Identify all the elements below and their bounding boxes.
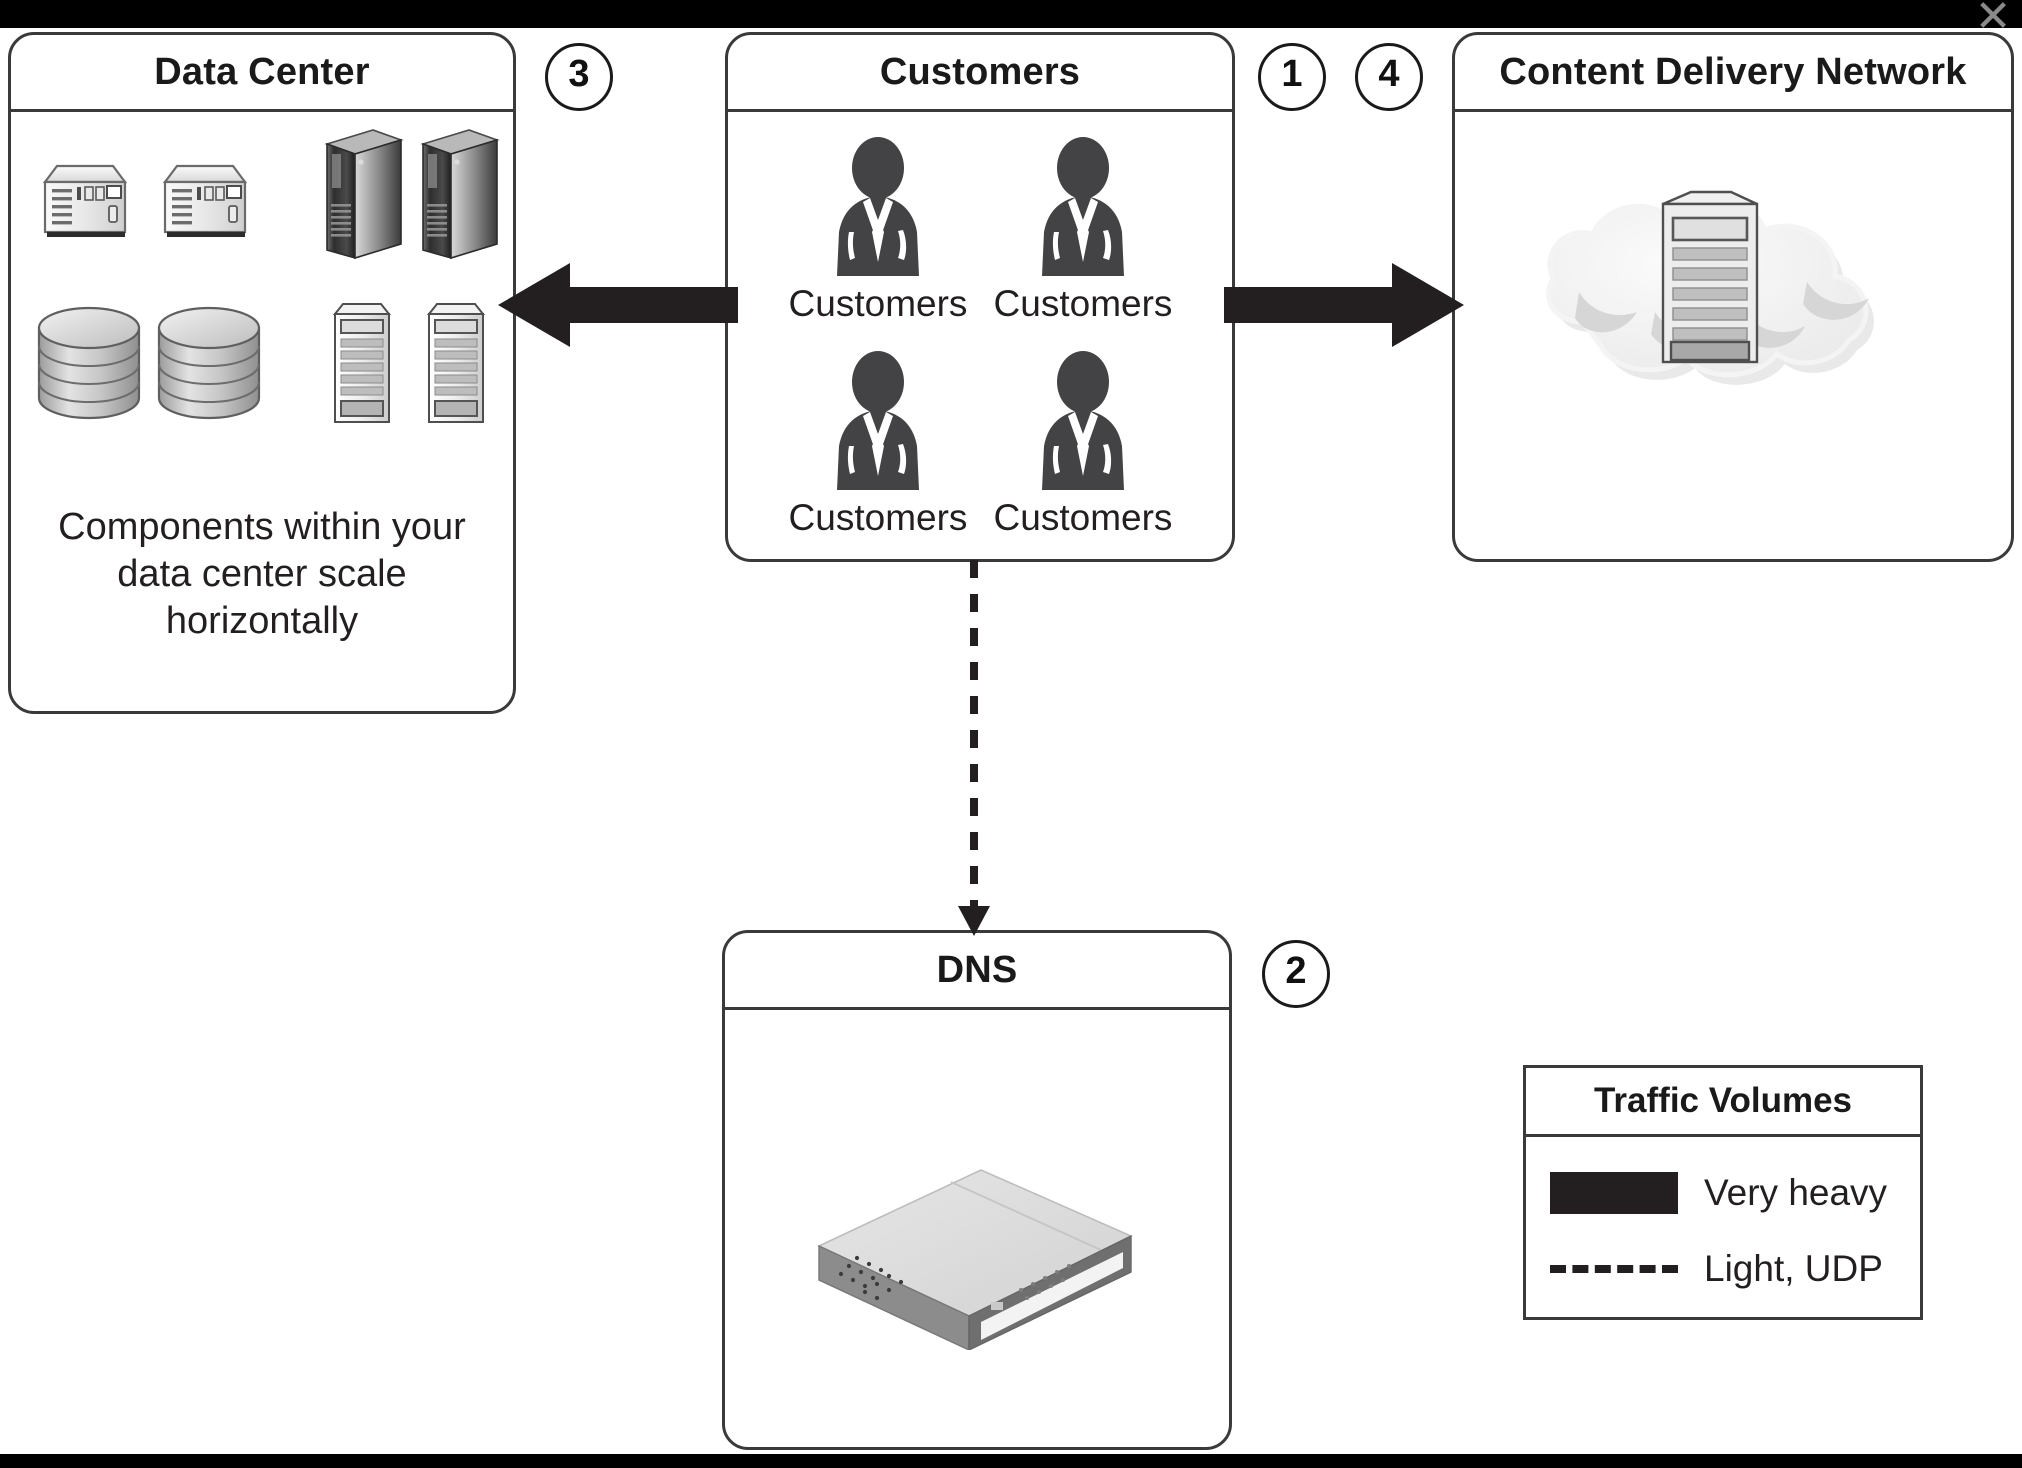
panel-cdn-title: Content Delivery Network (1455, 35, 2011, 112)
step-badge-4[interactable]: 4 (1355, 43, 1423, 111)
database-cylinder-icon (31, 302, 147, 433)
legend-traffic-volumes: Traffic Volumes Very heavy Light, UDP (1523, 1065, 1923, 1320)
panel-customers[interactable]: Customers Customers Customers Customers … (725, 32, 1235, 562)
customer-item: Customers (973, 350, 1193, 539)
data-center-caption: Components within your data center scale… (11, 504, 513, 645)
server-tower-dark-icon (321, 126, 407, 271)
legend-row-light-udp: Light, UDP (1526, 1231, 1920, 1307)
panel-data-center[interactable]: Data Center Components within your data … (8, 32, 516, 714)
bottom-black-band (0, 1454, 2022, 1468)
arrow-customers-to-dns (954, 560, 994, 940)
step-badge-1[interactable]: 1 (1258, 43, 1326, 111)
network-appliance-icon (33, 152, 133, 257)
data-center-caption-line-3: horizontally (165, 600, 359, 642)
panel-dns-title: DNS (725, 933, 1229, 1010)
arrow-customers-to-data-center (498, 255, 738, 355)
network-appliance-icon (153, 152, 253, 257)
customer-item: Customers (768, 136, 988, 325)
cloud-with-server-icon (1505, 142, 1925, 447)
legend-row-very-heavy: Very heavy (1526, 1155, 1920, 1231)
close-icon[interactable]: ✕ (1970, 0, 2016, 40)
server-rack-icon (423, 298, 489, 433)
panel-customers-title: Customers (728, 35, 1232, 112)
panel-cdn-body (1455, 112, 2011, 559)
step-badge-2[interactable]: 2 (1262, 940, 1330, 1008)
panel-dns-body (725, 1010, 1229, 1447)
person-icon (1028, 137, 1138, 280)
person-icon (1028, 351, 1138, 494)
panel-dns[interactable]: DNS (722, 930, 1232, 1450)
panel-data-center-body: Components within your data center scale… (11, 112, 513, 711)
legend-label: Very heavy (1704, 1172, 1888, 1213)
person-icon (823, 351, 933, 494)
customer-item: Customers (973, 136, 1193, 325)
panel-content-delivery-network[interactable]: Content Delivery Network (1452, 32, 2014, 562)
dashed-line-swatch-icon (1550, 1265, 1678, 1273)
panel-customers-body: Customers Customers Customers Customers (728, 112, 1232, 559)
panel-data-center-title: Data Center (11, 35, 513, 112)
top-black-band: ✕ (0, 0, 2022, 40)
data-center-caption-line-1: Components within your (58, 506, 466, 548)
server-tower-dark-icon (417, 126, 503, 271)
customer-item: Customers (768, 350, 988, 539)
legend-label: Light, UDP (1704, 1248, 1883, 1289)
customer-label: Customers (788, 283, 968, 324)
data-center-caption-line-2: data center scale (117, 553, 407, 595)
network-switch-icon (805, 1150, 1145, 1355)
server-rack-icon (329, 298, 395, 433)
legend-title: Traffic Volumes (1526, 1068, 1920, 1137)
customer-label: Customers (993, 497, 1173, 538)
step-badge-3[interactable]: 3 (545, 43, 613, 111)
person-icon (823, 137, 933, 280)
customer-label: Customers (993, 283, 1173, 324)
customer-label: Customers (788, 497, 968, 538)
arrow-customers-to-cdn (1224, 255, 1464, 355)
database-cylinder-icon (151, 302, 267, 433)
solid-bar-swatch-icon (1550, 1172, 1678, 1214)
